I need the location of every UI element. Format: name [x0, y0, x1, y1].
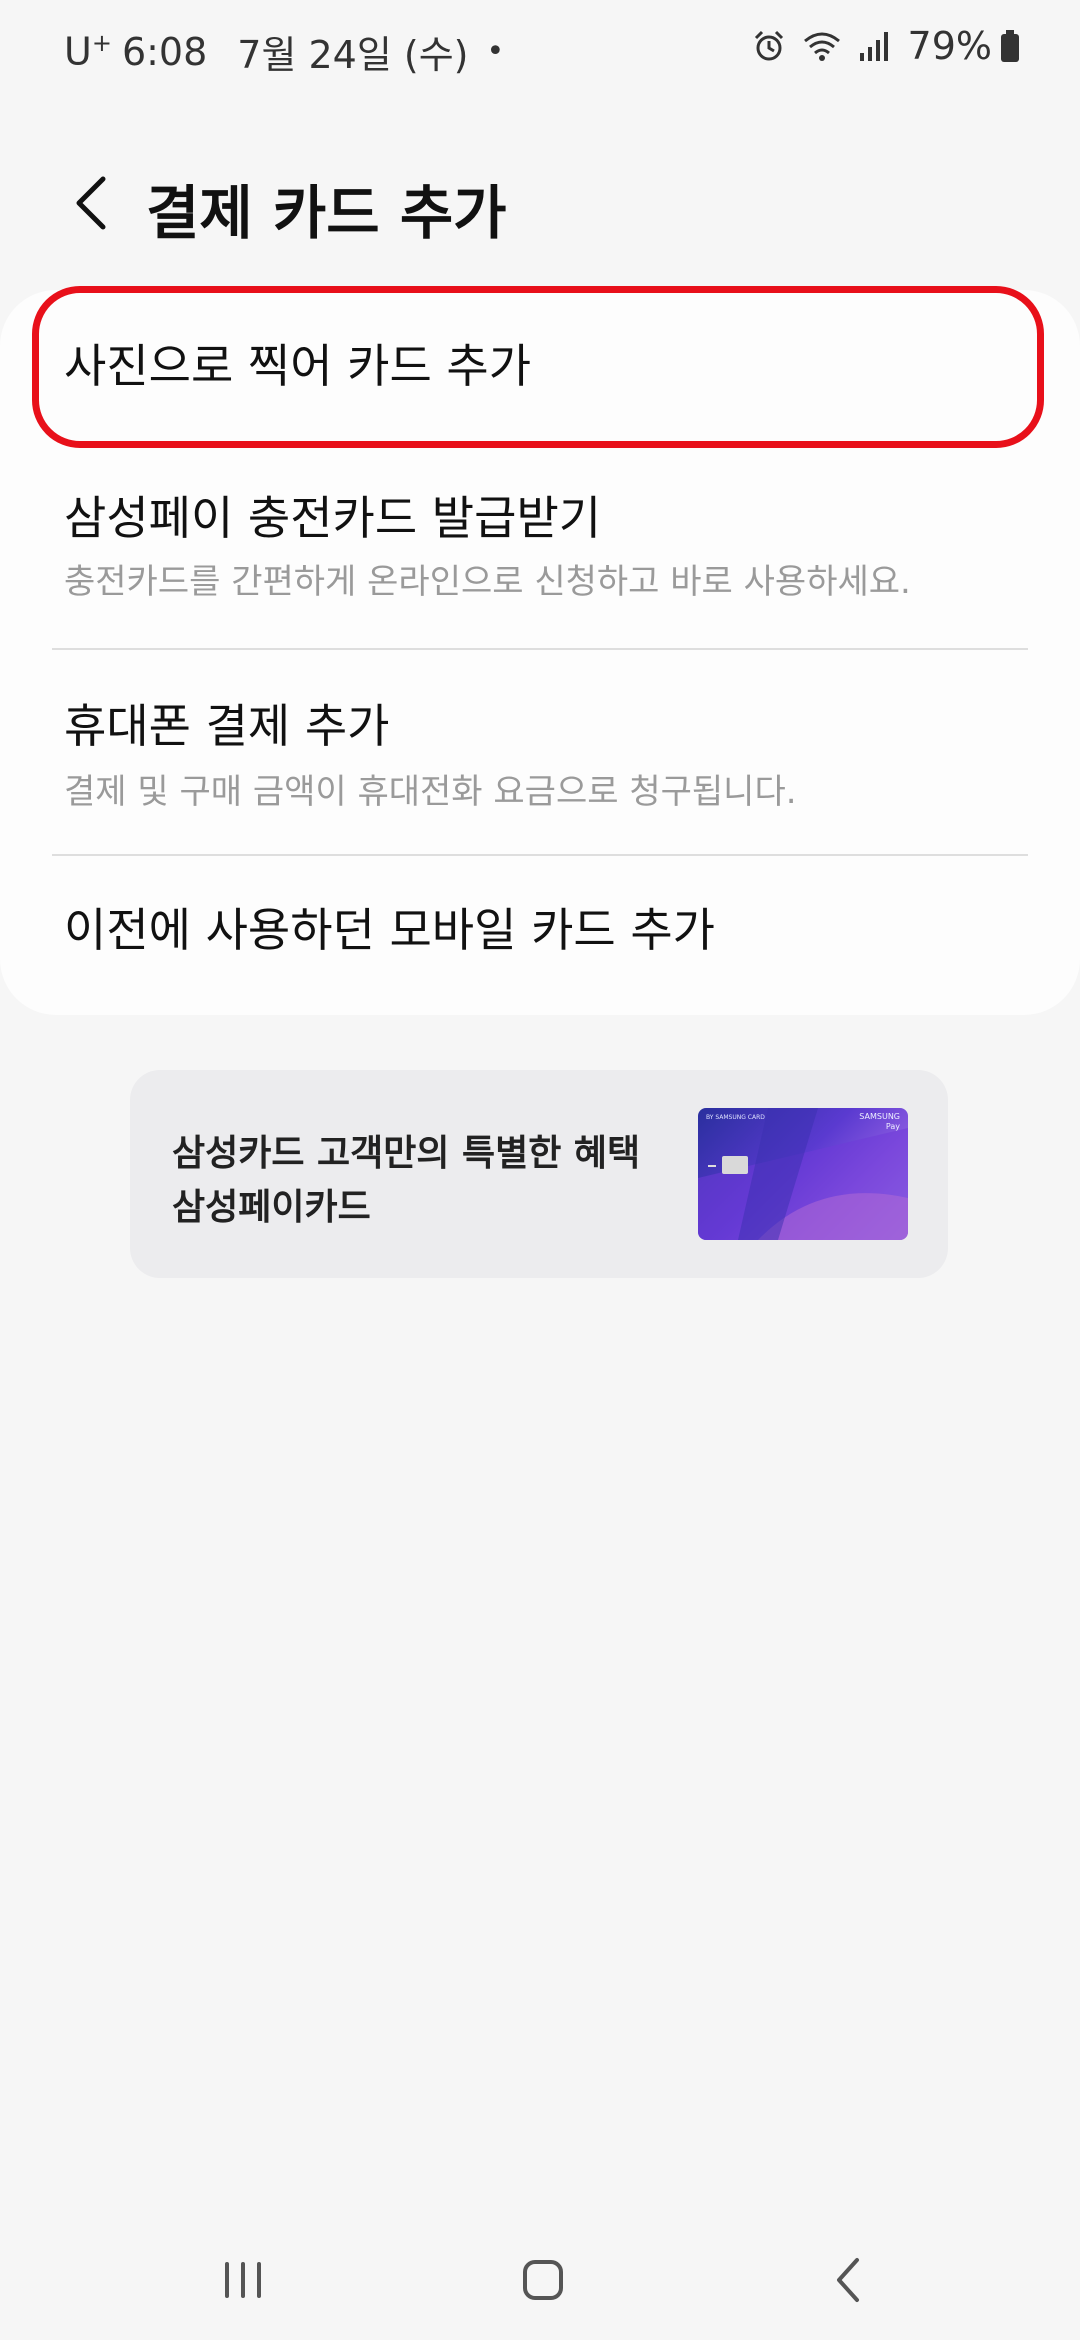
notification-dot: •: [486, 34, 505, 69]
recents-icon: [225, 2262, 261, 2298]
wifi-icon: [802, 29, 842, 63]
chevron-left-icon: [76, 176, 106, 230]
home-icon: [523, 2260, 563, 2300]
battery-icon: [1000, 29, 1020, 63]
item-title: 휴대폰 결제 추가: [64, 699, 390, 753]
signal-icon: [858, 29, 892, 63]
back-nav-button[interactable]: [812, 2250, 882, 2310]
card-pay-label: Pay: [885, 1122, 900, 1131]
status-time: 6:08: [121, 29, 208, 74]
status-right: 79%: [736, 24, 1020, 68]
home-button[interactable]: [508, 2250, 578, 2310]
previous-mobile-card-item[interactable]: 이전에 사용하던 모바일 카드 추가: [0, 856, 1080, 1015]
item-subtitle: 결제 및 구매 금액이 휴대전화 요금으로 청구됩니다.: [64, 772, 797, 812]
status-bar: U+ 6:08 7월 24일 (수) • 79%: [0, 0, 1080, 100]
back-button[interactable]: [56, 168, 126, 238]
app-header: 결제 카드 추가: [0, 150, 1080, 260]
item-subtitle: 충전카드를 간편하게 온라인으로 신청하고 바로 사용하세요.: [64, 562, 911, 602]
card-brand-label: SAMSUNG: [859, 1112, 900, 1121]
status-date: 7월 24일 (수): [237, 33, 469, 77]
carrier-label: U+: [64, 29, 112, 74]
promo-title: 삼성카드 고객만의 특별한 혜택: [172, 1133, 641, 1174]
mobile-payment-item[interactable]: 휴대폰 결제 추가 결제 및 구매 금액이 휴대전화 요금으로 청구됩니다.: [0, 650, 1080, 855]
card-issuer-label: BY SAMSUNG CARD: [706, 1114, 765, 1121]
back-icon: [837, 2258, 859, 2302]
item-title: 이전에 사용하던 모바일 카드 추가: [64, 903, 715, 957]
alarm-icon: [752, 29, 786, 63]
promo-subtitle: 삼성페이카드: [172, 1187, 371, 1228]
battery-percent: 79%: [907, 24, 992, 68]
samsung-pay-prepaid-card-item[interactable]: 삼성페이 충전카드 발급받기 충전카드를 간편하게 온라인으로 신청하고 바로 …: [0, 440, 1080, 640]
system-navigation-bar: [0, 2220, 1080, 2340]
page-title: 결제 카드 추가: [146, 179, 507, 247]
highlight-box: [32, 286, 1044, 448]
card-art: [698, 1108, 908, 1240]
recents-button[interactable]: [208, 2250, 278, 2310]
samsung-pay-card-promo-banner[interactable]: 삼성카드 고객만의 특별한 혜택 삼성페이카드 BY SAMSUNG CARD …: [130, 1070, 948, 1278]
item-title: 삼성페이 충전카드 발급받기: [64, 491, 602, 545]
status-left: U+ 6:08 7월 24일 (수) •: [64, 24, 504, 79]
samsung-pay-card-image: BY SAMSUNG CARD SAMSUNG Pay: [698, 1108, 908, 1240]
